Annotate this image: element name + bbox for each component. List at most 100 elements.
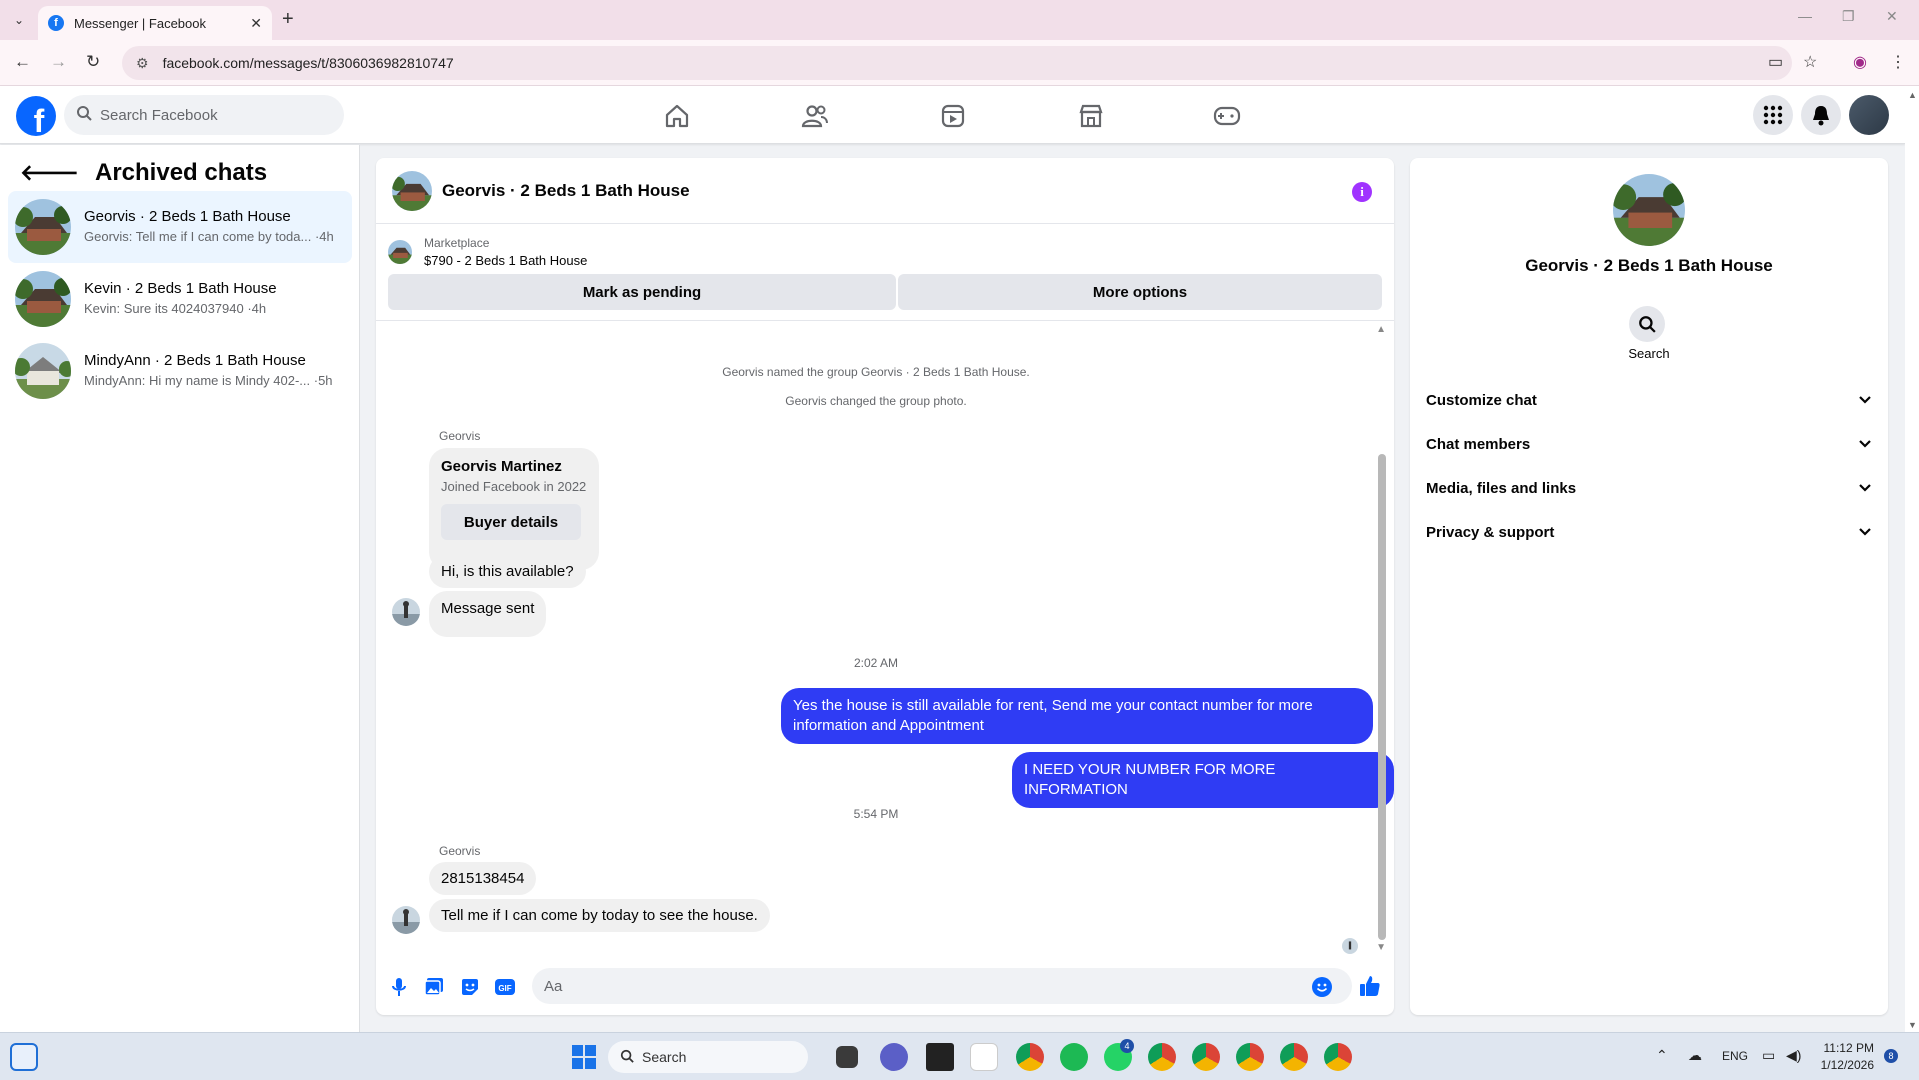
emoji-icon[interactable] — [1312, 977, 1332, 997]
restore-icon[interactable]: ❐ — [1842, 8, 1855, 25]
volume-icon[interactable]: ◀) — [1786, 1047, 1801, 1064]
conversation-info-icon[interactable]: i — [1352, 182, 1372, 202]
conversation-title[interactable]: Georvis · 2 Beds 1 Bath House — [442, 181, 690, 201]
chrome-profile-icon[interactable] — [1192, 1043, 1220, 1071]
chrome-profile-icon[interactable] — [1236, 1043, 1264, 1071]
widgets-icon[interactable] — [10, 1043, 38, 1071]
outgoing-message[interactable]: Yes the house is still available for ren… — [781, 688, 1373, 744]
marketplace-icon[interactable] — [1036, 98, 1146, 134]
gif-icon[interactable]: GIF — [494, 976, 516, 998]
new-tab-button[interactable]: + — [282, 8, 294, 31]
privacy-support-section[interactable]: Privacy & support — [1426, 514, 1872, 550]
conversation-avatar[interactable] — [392, 170, 432, 211]
tray-chevron-up-icon[interactable]: ⌃ — [1656, 1047, 1668, 1064]
incoming-message[interactable]: Tell me if I can come by today to see th… — [429, 899, 770, 932]
mark-as-pending-button[interactable]: Mark as pending — [388, 274, 896, 310]
chat-members-section[interactable]: Chat members — [1426, 426, 1872, 462]
scroll-down-arrow-icon[interactable]: ▼ — [1376, 942, 1386, 953]
chat-item-kevin[interactable]: Kevin · 2 Beds 1 Bath House Kevin: Sure … — [8, 263, 352, 335]
outgoing-message[interactable]: I NEED YOUR NUMBER FOR MORE INFORMATION — [1012, 752, 1394, 808]
facebook-logo-icon[interactable]: f — [16, 96, 56, 136]
microphone-icon[interactable] — [388, 976, 410, 998]
windows-taskbar: Search 4 ⌃ ☁ ENG ▭ ◀) 11:12 PM 1/12/2026… — [0, 1032, 1919, 1080]
message-scrollbar[interactable] — [1378, 326, 1386, 960]
page-scrollbar[interactable]: ▲ ▼ — [1905, 86, 1919, 1032]
incoming-message[interactable]: Hi, is this available? — [429, 555, 586, 588]
message-input[interactable]: Aa — [532, 968, 1352, 1004]
menu-grid-icon[interactable] — [1753, 95, 1793, 135]
section-label: Customize chat — [1426, 391, 1537, 409]
clock-date[interactable]: 1/12/2026 — [1818, 1058, 1874, 1072]
more-options-button[interactable]: More options — [898, 274, 1382, 310]
clock-time[interactable]: 11:12 PM — [1820, 1041, 1874, 1055]
notification-count-badge[interactable]: 8 — [1884, 1049, 1898, 1063]
onedrive-off-icon[interactable]: ☁ — [1688, 1047, 1702, 1064]
snipping-tool-icon[interactable] — [970, 1043, 998, 1071]
minimize-icon[interactable]: — — [1798, 8, 1812, 24]
photo-icon[interactable] — [423, 976, 445, 998]
sticker-icon[interactable] — [459, 976, 481, 998]
friends-icon[interactable] — [760, 98, 870, 134]
home-icon[interactable] — [622, 98, 732, 134]
marketplace-listing[interactable]: Marketplace $790 - 2 Beds 1 Bath House — [388, 234, 587, 270]
chat-details-name: Georvis · 2 Beds 1 Bath House — [1525, 256, 1773, 275]
close-tab-icon[interactable]: ✕ — [250, 15, 262, 32]
task-view-icon[interactable] — [836, 1046, 858, 1068]
profile-icon[interactable]: ◉ — [1853, 52, 1867, 72]
page-scroll-down-icon[interactable]: ▼ — [1908, 1020, 1917, 1030]
customize-chat-section[interactable]: Customize chat — [1426, 382, 1872, 418]
gaming-icon[interactable] — [1172, 98, 1282, 134]
chrome-profile-icon[interactable] — [1280, 1043, 1308, 1071]
chat-preview: Kevin: Sure its 4024037940 ·4h — [84, 301, 267, 316]
buyer-details-button[interactable]: Buyer details — [441, 504, 581, 540]
window-close-icon[interactable]: ✕ — [1886, 8, 1898, 25]
chat-item-mindyann[interactable]: MindyAnn · 2 Beds 1 Bath House MindyAnn:… — [8, 335, 352, 407]
spotify-icon[interactable] — [1060, 1043, 1088, 1071]
back-arrow-icon[interactable]: ← — [14, 52, 31, 72]
browser-tab-messenger[interactable]: f Messenger | Facebook ✕ — [38, 6, 272, 40]
scrollbar-thumb[interactable] — [1378, 454, 1386, 940]
chat-item-georvis[interactable]: Georvis · 2 Beds 1 Bath House Georvis: T… — [8, 191, 352, 263]
browser-menu-icon[interactable]: ⋮ — [1890, 52, 1906, 72]
sender-avatar[interactable] — [392, 598, 420, 626]
back-arrow-icon[interactable]: 🡐 — [20, 160, 79, 186]
notifications-bell-icon[interactable] — [1801, 95, 1841, 135]
chat-details-avatar[interactable] — [1613, 174, 1685, 246]
sender-name: Georvis — [439, 844, 481, 858]
like-thumb-icon[interactable] — [1358, 974, 1382, 998]
taskbar-search[interactable]: Search — [608, 1041, 808, 1073]
system-message: Georvis changed the group photo. — [785, 394, 967, 408]
language-indicator[interactable]: ENG — [1722, 1049, 1748, 1063]
windows-start-icon[interactable] — [570, 1043, 598, 1071]
system-message: Georvis named the group Georvis · 2 Beds… — [722, 365, 1030, 379]
whatsapp-badge: 4 — [1120, 1039, 1134, 1053]
sender-avatar[interactable] — [392, 906, 420, 934]
chrome-profile-icon[interactable] — [1324, 1043, 1352, 1071]
sticky-notes-icon[interactable] — [926, 1043, 954, 1071]
chat-name: MindyAnn · 2 Beds 1 Bath House — [84, 352, 306, 369]
forward-arrow-icon[interactable]: → — [50, 52, 67, 72]
marketplace-label: Marketplace — [424, 236, 490, 250]
url-field[interactable]: ⚙ facebook.com/messages/t/83060369828107… — [122, 46, 1792, 80]
search-conversation-button[interactable] — [1629, 306, 1665, 342]
incoming-message[interactable]: Message sent — [429, 591, 547, 637]
chrome-icon[interactable] — [1016, 1043, 1044, 1071]
media-files-links-section[interactable]: Media, files and links — [1426, 470, 1872, 506]
facebook-search-input[interactable]: Search Facebook — [64, 95, 344, 135]
reload-icon[interactable]: ↻ — [86, 52, 100, 72]
network-icon[interactable]: ▭ — [1762, 1047, 1775, 1064]
teams-icon[interactable] — [880, 1043, 908, 1071]
install-app-icon[interactable]: ▭ — [1768, 52, 1783, 72]
divider — [376, 320, 1394, 321]
tab-search-dropdown[interactable]: ⌄ — [8, 9, 30, 31]
message-timestamp: 2:02 AM — [853, 656, 899, 670]
page-scroll-up-icon[interactable]: ▲ — [1908, 90, 1917, 100]
search-icon — [76, 105, 92, 125]
incoming-message[interactable]: 2815138454 — [429, 862, 537, 895]
account-avatar[interactable] — [1849, 95, 1889, 135]
bookmark-star-icon[interactable]: ☆ — [1803, 52, 1817, 72]
listing-thumbnail — [388, 240, 412, 264]
chrome-profile-icon[interactable] — [1148, 1043, 1176, 1071]
site-info-icon[interactable]: ⚙ — [136, 55, 149, 72]
video-icon[interactable] — [898, 98, 1008, 134]
